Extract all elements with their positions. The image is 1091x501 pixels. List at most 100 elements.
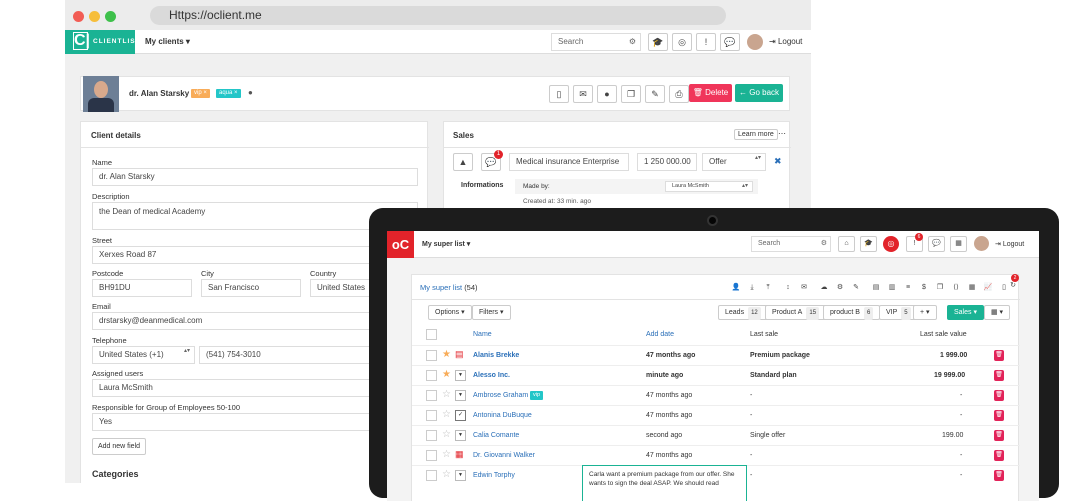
list-icon[interactable]: ≡ <box>901 281 915 295</box>
tag-aqua[interactable]: aqua × <box>216 89 241 98</box>
star-icon[interactable]: ★ <box>442 349 451 361</box>
graduation-cap-icon[interactable]: 🎓 <box>648 33 668 51</box>
graduation-cap-icon[interactable]: 🎓 <box>860 236 877 252</box>
options-dropdown[interactable]: Options ▾ <box>428 305 472 320</box>
delete-button[interactable]: 🗑 Delete <box>689 84 732 102</box>
phone-country-select[interactable]: United States (+1) <box>92 346 195 364</box>
city-field[interactable]: San Francisco <box>201 279 301 297</box>
address-bar[interactable]: Https://oclient.me <box>150 6 726 25</box>
row-checkbox[interactable] <box>426 430 437 441</box>
table-icon[interactable]: ▦ <box>965 281 979 295</box>
table-row[interactable]: ★ ▤ Alanis Brekke 47 months ago Premium … <box>412 345 1020 365</box>
go-back-button[interactable]: ← Go back <box>735 84 783 102</box>
mail-icon[interactable]: ✉ <box>573 85 593 103</box>
table-row[interactable]: ★ ▼ Alesso Inc. minute ago Standard plan… <box>412 365 1020 385</box>
star-icon[interactable]: ☆ <box>442 409 451 421</box>
copy-icon[interactable]: ❐ <box>621 85 641 103</box>
name-field[interactable]: dr. Alan Starsky <box>92 168 418 186</box>
chat-icon[interactable]: 💬 <box>928 236 945 252</box>
logout-link[interactable]: ⇥ Logout <box>995 240 1024 248</box>
row-checkbox[interactable] <box>426 350 437 361</box>
copy-icon[interactable]: ❐ <box>933 281 947 295</box>
delete-row-icon[interactable]: 🗑 <box>994 350 1004 361</box>
edit-icon[interactable]: ✎ <box>645 85 665 103</box>
close-window-icon[interactable] <box>73 11 84 22</box>
mail-icon[interactable]: ✉ <box>797 281 811 295</box>
collapse-icon[interactable]: ▲ <box>453 153 473 171</box>
mobile-icon[interactable]: ▯ <box>549 85 569 103</box>
upload-icon[interactable]: ⤒ <box>761 281 775 295</box>
postcode-field[interactable]: BH91DU <box>92 279 192 297</box>
star-icon[interactable]: ☆ <box>442 449 451 461</box>
avatar[interactable] <box>974 236 989 251</box>
alert-icon[interactable]: ! <box>696 33 716 51</box>
user-icon[interactable]: ● <box>597 85 617 103</box>
deal-amount-field[interactable]: 1 250 000.00 <box>637 153 697 171</box>
chat-icon[interactable]: 💬 <box>720 33 740 51</box>
row-checkbox[interactable] <box>426 450 437 461</box>
tag-product-b[interactable]: product B6 <box>823 305 881 320</box>
star-icon[interactable]: ☆ <box>442 469 451 481</box>
clientlist-logo[interactable]: C| CLIENTLIST <box>65 30 140 54</box>
tag-vip[interactable]: vip × <box>191 89 210 98</box>
table-row[interactable]: ☆ ▼ Ambrose Graham vip 47 months ago - -… <box>412 385 1020 405</box>
tablet-search-input[interactable]: Search ⚙ <box>751 236 831 252</box>
logout-link[interactable]: ⇥ Logout <box>769 37 802 46</box>
table-row[interactable]: ☆ ▼ Calia Comante second ago Single offe… <box>412 425 1020 445</box>
settings-icon[interactable]: ⚙ <box>833 281 847 295</box>
avatar[interactable] <box>747 34 763 50</box>
row-checkbox[interactable] <box>426 370 437 381</box>
support-icon[interactable]: ◎ <box>883 236 899 252</box>
remove-deal-icon[interactable]: ✖ <box>774 156 782 167</box>
download-icon[interactable]: ⤓ <box>745 281 759 295</box>
minimize-window-icon[interactable] <box>89 11 100 22</box>
add-user-icon[interactable]: 👤 <box>729 281 743 295</box>
delete-row-icon[interactable]: 🗑 <box>994 370 1004 381</box>
add-field-button[interactable]: Add new field <box>92 438 147 455</box>
row-checkbox[interactable] <box>426 470 437 481</box>
star-icon[interactable]: ☆ <box>442 389 451 401</box>
delete-row-icon[interactable]: 🗑 <box>994 470 1004 481</box>
deal-name-field[interactable]: Medical insurance Enterprise <box>509 153 629 171</box>
more-icon[interactable]: ⋯ <box>778 129 786 138</box>
chart-icon[interactable]: 📈 <box>981 281 995 295</box>
print-icon[interactable]: ⎙ <box>669 85 689 103</box>
deal-stage-select[interactable]: Offer <box>702 153 766 171</box>
grid-icon[interactable]: ▦ <box>950 236 967 252</box>
code-icon[interactable]: ⟨⟩ <box>949 281 963 295</box>
support-icon[interactable]: ◎ <box>672 33 692 51</box>
home-icon[interactable]: ⌂ <box>838 236 855 252</box>
gear-icon[interactable]: ⚙ <box>821 237 827 251</box>
money-icon[interactable]: $ <box>917 281 931 295</box>
oc-logo[interactable]: oC <box>387 231 414 258</box>
delete-row-icon[interactable]: 🗑 <box>994 410 1004 421</box>
gear-icon[interactable]: ⚙ <box>629 34 636 50</box>
tag-leads[interactable]: Leads 12 <box>718 305 768 320</box>
column-name[interactable]: Name <box>473 331 492 338</box>
select-all-checkbox[interactable] <box>426 329 437 340</box>
column-add-date[interactable]: Add date <box>646 331 674 338</box>
table-row[interactable]: ☆ ▦ Dr. Giovanni Walker 47 months ago - … <box>412 445 1020 465</box>
column-last-sale-value[interactable]: Last sale value <box>920 331 967 338</box>
search-input[interactable]: Search ⚙ <box>551 33 641 51</box>
table-row[interactable]: ☆ ✓ Antonina DuBuque 47 months ago - - 🗑 <box>412 405 1020 425</box>
made-by-select[interactable]: Laura McSmith <box>665 181 753 192</box>
columns-icon[interactable]: ▥ <box>885 281 899 295</box>
star-icon[interactable]: ☆ <box>442 429 451 441</box>
calendar-icon[interactable]: ▤ <box>869 281 883 295</box>
row-menu-icon[interactable]: ▼ <box>455 390 466 401</box>
star-icon[interactable]: ★ <box>442 369 451 381</box>
cloud-icon[interactable]: ☁ <box>817 281 831 295</box>
grid-view-button[interactable]: ▦ ▾ <box>984 305 1011 320</box>
delete-row-icon[interactable]: 🗑 <box>994 450 1004 461</box>
maximize-window-icon[interactable] <box>105 11 116 22</box>
tag-icon[interactable]: ● <box>248 88 253 97</box>
wrench-icon[interactable]: ✎ <box>849 281 863 295</box>
delete-row-icon[interactable]: 🗑 <box>994 390 1004 401</box>
row-menu-icon[interactable]: ▼ <box>455 470 466 481</box>
sales-button[interactable]: Sales ▾ <box>947 305 984 320</box>
nav-menu-super-list[interactable]: My super list ▾ <box>422 240 470 248</box>
row-menu-icon[interactable]: ▼ <box>455 370 466 381</box>
tag-product-a[interactable]: Product A 15 <box>765 305 827 320</box>
nav-menu-my-clients[interactable]: My clients ▾ <box>145 37 190 46</box>
